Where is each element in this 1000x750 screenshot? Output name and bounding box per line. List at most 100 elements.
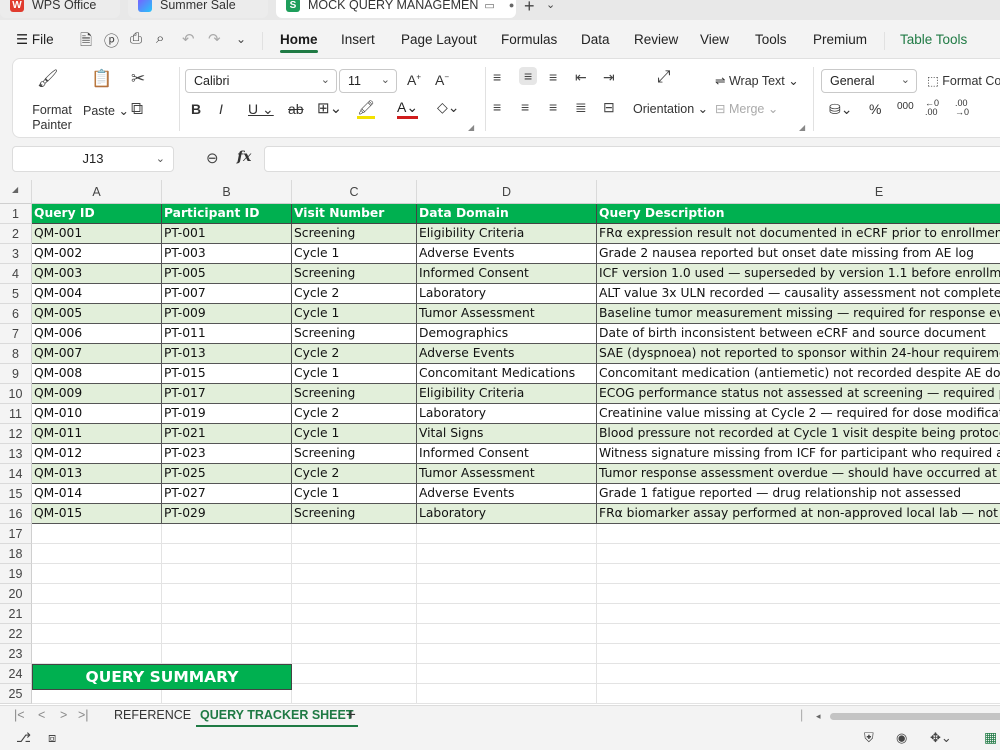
table-cell[interactable]: Cycle 1 <box>292 304 417 324</box>
empty-cell[interactable] <box>32 644 162 664</box>
formula-input[interactable] <box>264 146 1000 172</box>
tab-insert[interactable]: Insert <box>341 32 375 47</box>
row-header[interactable]: 21 <box>0 604 32 624</box>
justify-icon[interactable]: ≣ <box>575 99 587 116</box>
table-cell[interactable]: PT-005 <box>162 264 292 284</box>
row-header[interactable]: 18 <box>0 544 32 564</box>
fill-color-icon[interactable]: 🖍 <box>357 99 375 119</box>
table-cell[interactable]: QM-007 <box>32 344 162 364</box>
table-cell[interactable]: Informed Consent <box>417 264 597 284</box>
export-pdf-icon[interactable]: ⓟ <box>104 30 119 51</box>
add-sheet-icon[interactable]: + <box>346 705 356 725</box>
empty-cell[interactable] <box>292 684 417 704</box>
table-cell[interactable]: PT-021 <box>162 424 292 444</box>
prev-sheet-icon[interactable]: < <box>38 708 45 722</box>
table-cell[interactable]: PT-011 <box>162 324 292 344</box>
table-cell[interactable]: QM-015 <box>32 504 162 524</box>
table-cell[interactable]: Cycle 1 <box>292 484 417 504</box>
row-header[interactable]: 10 <box>0 384 32 404</box>
last-sheet-icon[interactable]: >| <box>78 708 89 722</box>
table-cell[interactable]: QM-001 <box>32 224 162 244</box>
empty-cell[interactable] <box>162 544 292 564</box>
cut-icon[interactable]: ✂ <box>131 69 145 89</box>
zoom-formula-icon[interactable]: ⊖ <box>206 149 219 167</box>
align-top-icon[interactable]: ≡ <box>493 69 501 85</box>
table-cell[interactable]: Adverse Events <box>417 344 597 364</box>
empty-cell[interactable] <box>417 524 597 544</box>
row-header[interactable]: 20 <box>0 584 32 604</box>
table-cell[interactable]: PT-001 <box>162 224 292 244</box>
table-cell[interactable]: Tumor response assessment overdue — shou… <box>597 464 1000 484</box>
table-cell[interactable]: Tumor Assessment <box>417 464 597 484</box>
new-tab-icon[interactable]: + <box>524 0 535 17</box>
tab-data[interactable]: Data <box>581 32 610 47</box>
format-painter-icon[interactable]: 🖌 <box>37 69 59 89</box>
table-cell[interactable]: QM-012 <box>32 444 162 464</box>
table-cell[interactable]: QM-013 <box>32 464 162 484</box>
table-header-cell[interactable]: Data Domain <box>417 204 597 224</box>
empty-cell[interactable] <box>292 544 417 564</box>
empty-cell[interactable] <box>597 584 1000 604</box>
query-summary-title[interactable]: QUERY SUMMARY <box>32 664 292 690</box>
row-header[interactable]: 5 <box>0 284 32 304</box>
empty-cell[interactable] <box>32 604 162 624</box>
focus-mode-icon[interactable]: ✥⌄ <box>930 730 952 746</box>
empty-cell[interactable] <box>597 564 1000 584</box>
table-cell[interactable]: Eligibility Criteria <box>417 384 597 404</box>
conditional-format-button[interactable]: ⬚ Format Co <box>927 73 1000 88</box>
strikethrough-button[interactable]: ab <box>288 101 304 117</box>
align-left-icon[interactable]: ≡ <box>493 99 501 115</box>
window-tab-wps[interactable]: W WPS Office <box>0 0 120 18</box>
table-cell[interactable]: Witness signature missing from ICF for p… <box>597 444 1000 464</box>
table-cell[interactable]: Cycle 2 <box>292 404 417 424</box>
row-header[interactable]: 3 <box>0 244 32 264</box>
empty-cell[interactable] <box>597 644 1000 664</box>
table-cell[interactable]: Cycle 2 <box>292 284 417 304</box>
tab-home[interactable]: Home <box>280 32 318 53</box>
table-cell[interactable]: Screening <box>292 224 417 244</box>
format-painter-button[interactable]: Format Painter <box>30 103 74 133</box>
empty-cell[interactable] <box>162 604 292 624</box>
empty-cell[interactable] <box>162 524 292 544</box>
table-cell[interactable]: Adverse Events <box>417 484 597 504</box>
empty-cell[interactable] <box>417 644 597 664</box>
currency-icon[interactable]: ⛁⌄ <box>829 101 852 118</box>
column-header-d[interactable]: D <box>417 180 597 204</box>
chevron-down-icon[interactable]: ⌄ <box>236 32 246 46</box>
align-bottom-icon[interactable]: ≡ <box>549 69 557 85</box>
copy-icon[interactable]: ⧉ <box>131 99 143 119</box>
borders-icon[interactable]: ⊞⌄ <box>317 99 342 117</box>
row-header[interactable]: 17 <box>0 524 32 544</box>
table-cell[interactable]: Blood pressure not recorded at Cycle 1 v… <box>597 424 1000 444</box>
empty-cell[interactable] <box>32 564 162 584</box>
table-cell[interactable]: ICF version 1.0 used — superseded by ver… <box>597 264 1000 284</box>
empty-cell[interactable] <box>597 664 1000 684</box>
table-cell[interactable]: Cycle 1 <box>292 424 417 444</box>
table-cell[interactable]: QM-003 <box>32 264 162 284</box>
row-header[interactable]: 8 <box>0 344 32 364</box>
table-cell[interactable]: Creatinine value missing at Cycle 2 — re… <box>597 404 1000 424</box>
table-header-cell[interactable]: Visit Number <box>292 204 417 224</box>
font-size-select[interactable]: 11 ⌄ <box>339 69 397 93</box>
empty-cell[interactable] <box>597 624 1000 644</box>
alignment-dialog-launcher-icon[interactable]: ◢ <box>799 123 805 132</box>
print-icon[interactable]: ⎙ <box>130 30 142 47</box>
table-cell[interactable]: PT-025 <box>162 464 292 484</box>
table-cell[interactable]: PT-003 <box>162 244 292 264</box>
row-header[interactable]: 23 <box>0 644 32 664</box>
table-cell[interactable]: Cycle 1 <box>292 244 417 264</box>
decrease-indent-icon[interactable]: ⇤ <box>575 69 587 86</box>
row-header[interactable]: 11 <box>0 404 32 424</box>
table-cell[interactable]: Laboratory <box>417 404 597 424</box>
table-cell[interactable]: Date of birth inconsistent between eCRF … <box>597 324 1000 344</box>
spreadsheet-grid[interactable]: ◢ A B C D E 1 Query ID Participant ID Visit… <box>0 180 1000 705</box>
row-header[interactable]: 2 <box>0 224 32 244</box>
row-header[interactable]: 19 <box>0 564 32 584</box>
table-cell[interactable]: Screening <box>292 444 417 464</box>
tab-premium[interactable]: Premium <box>813 32 867 47</box>
scroll-left-icon[interactable]: ◂ <box>816 711 821 722</box>
table-cell[interactable]: Laboratory <box>417 284 597 304</box>
table-cell[interactable]: Cycle 2 <box>292 344 417 364</box>
table-cell[interactable]: PT-027 <box>162 484 292 504</box>
table-cell[interactable]: Demographics <box>417 324 597 344</box>
